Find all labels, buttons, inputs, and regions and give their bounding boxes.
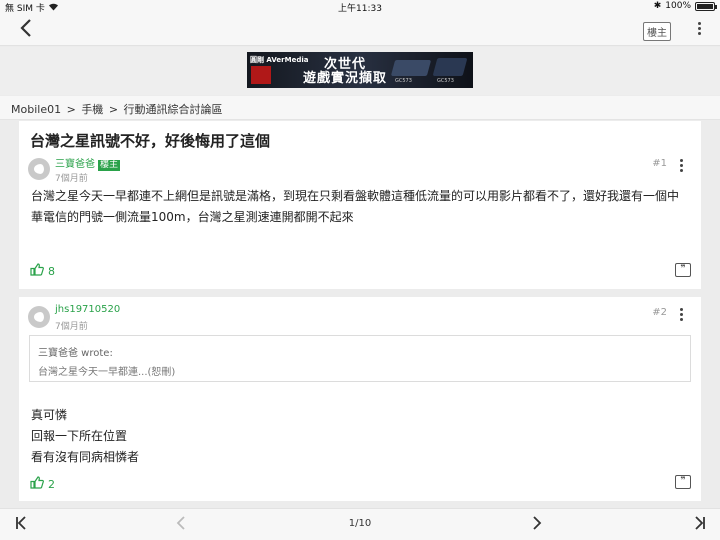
post-time: 7個月前 — [55, 174, 88, 184]
nav-bar: 樓主 — [0, 14, 720, 46]
bluetooth-icon: ✱ — [653, 1, 662, 11]
quote-body: 台灣之星今天一早都連...(恕刪) — [38, 367, 176, 378]
post-card: 台灣之星訊號不好，好後悔用了這個 三寶爸爸 樓主 7個月前 #1 台灣之星今天一早… — [19, 121, 701, 289]
post-card: jhs19710520 7個月前 #2 三寶爸爸 wrote: 台灣之星今天一早… — [19, 297, 701, 501]
ad-product-code: GC573 — [437, 78, 454, 84]
more-vertical-icon[interactable] — [680, 159, 683, 172]
avatar[interactable] — [28, 158, 50, 180]
clock: 上午11:33 — [338, 4, 382, 14]
floor-number: #1 — [652, 158, 667, 169]
ad-product-code: GC573 — [395, 78, 412, 84]
op-filter-button[interactable]: 樓主 — [643, 22, 671, 41]
like-button[interactable]: 8 — [30, 263, 55, 279]
breadcrumb-item-forum[interactable]: 行動通訊綜合討論區 — [124, 103, 223, 116]
like-button[interactable]: 2 — [30, 476, 55, 492]
thumbs-up-icon — [30, 476, 44, 492]
op-badge: 樓主 — [98, 160, 121, 171]
post-line: 真可憐 — [31, 408, 68, 422]
back-chevron-icon[interactable] — [20, 18, 32, 44]
more-vertical-icon[interactable] — [696, 22, 702, 35]
quote-header: 三寶爸爸 wrote: — [38, 348, 113, 359]
post-line: 看有沒有同病相憐者 — [31, 450, 140, 464]
ad-brand: 圓剛 AVerMedia — [250, 56, 309, 64]
battery-percent: 100% — [665, 1, 691, 11]
quote-reply-icon[interactable]: ❞ — [675, 263, 691, 277]
thumbs-up-icon — [30, 263, 44, 279]
floor-number: #2 — [652, 307, 667, 318]
post-content: 台灣之星今天一早都連不上網但是訊號是滿格，到現在只剩看盤軟體這種低流量的可以用影… — [31, 189, 680, 224]
more-vertical-icon[interactable] — [680, 308, 683, 321]
author-name[interactable]: jhs19710520 — [55, 304, 120, 315]
ad-logo-block — [251, 66, 271, 84]
like-count: 2 — [48, 477, 55, 491]
thread-title: 台灣之星訊號不好，好後悔用了這個 — [30, 132, 271, 150]
status-bar: 無 SIM 卡 上午11:33 ✱ 100% — [0, 0, 720, 14]
like-count: 8 — [48, 264, 55, 278]
battery-icon — [695, 1, 717, 11]
page-indicator[interactable]: 1/10 — [0, 518, 720, 529]
breadcrumb-item-phones[interactable]: 手機 — [81, 103, 103, 116]
quote-block[interactable]: 三寶爸爸 wrote: 台灣之星今天一早都連...(恕刪) — [29, 335, 691, 382]
author-name[interactable]: 三寶爸爸 樓主 — [55, 155, 121, 171]
post-time: 7個月前 — [55, 322, 88, 332]
post-content: 真可憐 回報一下所在位置 看有沒有同病相憐者 — [31, 405, 689, 468]
breadcrumb: Mobile01 > 手機 > 行動通訊綜合討論區 — [0, 96, 720, 120]
ad-headline: 次世代 遊戲實況擷取 — [303, 57, 388, 86]
ad-banner[interactable]: 圓剛 AVerMedia 次世代 遊戲實況擷取 GC573 GC573 — [247, 52, 473, 88]
breadcrumb-separator: > — [66, 103, 76, 116]
avatar[interactable] — [28, 306, 50, 328]
ad-area: 圓剛 AVerMedia 次世代 遊戲實況擷取 GC573 GC573 — [0, 47, 720, 95]
last-page-icon[interactable] — [694, 516, 706, 534]
pagination-bar: 1/10 — [0, 508, 720, 540]
quote-reply-icon[interactable]: ❞ — [675, 475, 691, 489]
ad-product-image — [432, 58, 468, 76]
next-page-icon[interactable] — [532, 516, 542, 534]
breadcrumb-separator: > — [108, 103, 119, 116]
breadcrumb-item-mobile01[interactable]: Mobile01 — [11, 103, 61, 116]
ad-product-image — [390, 60, 432, 76]
post-line: 回報一下所在位置 — [31, 429, 128, 443]
